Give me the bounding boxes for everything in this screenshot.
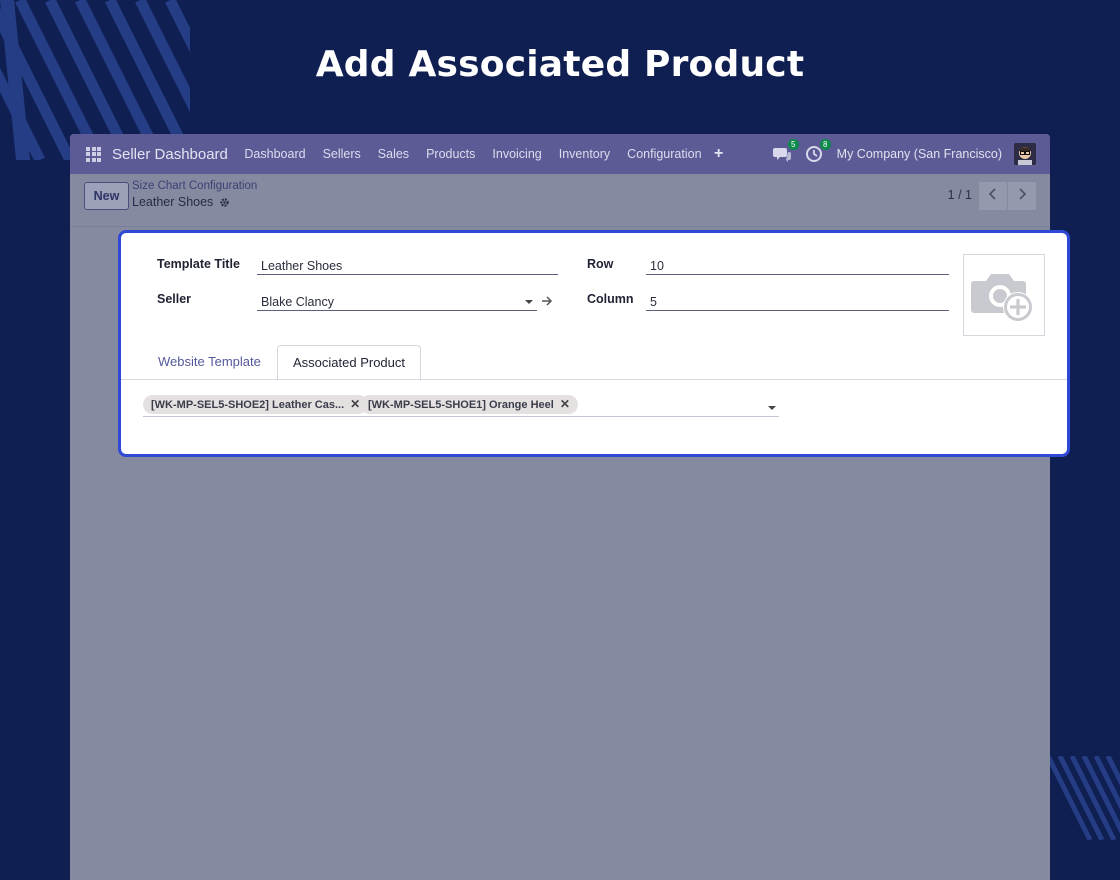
breadcrumb-parent[interactable]: Size Chart Configuration (132, 180, 257, 192)
pager-previous-button[interactable] (979, 182, 1007, 210)
menu-item-products[interactable]: Products (426, 147, 475, 161)
image-upload-placeholder[interactable] (963, 254, 1045, 336)
template-title-label: Template Title (157, 257, 240, 271)
main-menu: Dashboard Sellers Sales Products Invoici… (236, 147, 710, 161)
page-headline: Add Associated Product (315, 44, 805, 85)
company-switcher[interactable]: My Company (San Francisco) (837, 147, 1002, 161)
control-panel: New Size Chart Configuration Leather Sho… (70, 174, 1050, 227)
activities-badge: 8 (819, 139, 831, 150)
messages-badge: 5 (787, 139, 799, 150)
camera-add-icon (971, 274, 1033, 322)
column-input[interactable]: 5 (646, 289, 949, 311)
menu-item-sales[interactable]: Sales (378, 147, 409, 161)
top-navbar: Seller Dashboard Dashboard Sellers Sales… (70, 134, 1050, 174)
menu-item-sellers[interactable]: Sellers (323, 147, 361, 161)
tab-associated-product[interactable]: Associated Product (277, 345, 422, 381)
breadcrumb-current-label: Leather Shoes (132, 195, 214, 209)
chevron-left-icon (988, 188, 996, 200)
close-icon[interactable]: ✕ (350, 397, 360, 411)
seller-select[interactable]: Blake Clancy (257, 289, 537, 311)
app-brand[interactable]: Seller Dashboard (112, 146, 228, 163)
pager-next-button[interactable] (1008, 182, 1036, 210)
menu-item-configuration[interactable]: Configuration (627, 147, 701, 161)
size-chart-form-card: Template Title Leather Shoes Seller Blak… (118, 230, 1070, 457)
row-label: Row (587, 257, 614, 271)
activities-clock-icon[interactable]: 8 (805, 139, 831, 163)
menu-item-dashboard[interactable]: Dashboard (244, 147, 305, 161)
product-tag[interactable]: [WK-MP-SEL5-SHOE1] Orange Heel ✕ (360, 395, 578, 414)
column-label: Column (587, 292, 634, 306)
messages-icon[interactable]: 5 (772, 139, 799, 163)
chevron-down-icon[interactable] (768, 406, 776, 410)
breadcrumb-current: Leather Shoes (132, 195, 230, 209)
pager-value[interactable]: 1 / 1 (948, 188, 972, 202)
product-tag-label: [WK-MP-SEL5-SHOE2] Leather Cas... (151, 399, 345, 411)
row-input[interactable]: 10 (646, 253, 949, 275)
close-icon[interactable]: ✕ (560, 397, 570, 411)
tab-divider (121, 379, 1067, 380)
arrow-right-icon[interactable] (541, 294, 553, 306)
product-tag-label: [WK-MP-SEL5-SHOE1] Orange Heel (368, 399, 554, 411)
chevron-right-icon (1019, 188, 1027, 200)
template-title-input[interactable]: Leather Shoes (257, 253, 558, 275)
gear-icon[interactable] (219, 197, 230, 208)
seller-value: Blake Clancy (261, 295, 334, 309)
decorative-stripes-bottom-right (1048, 756, 1120, 840)
associated-products-many2many[interactable]: [WK-MP-SEL5-SHOE2] Leather Cas... ✕ [WK-M… (143, 395, 779, 417)
product-tag[interactable]: [WK-MP-SEL5-SHOE2] Leather Cas... ✕ (143, 395, 369, 414)
chevron-down-icon[interactable] (525, 300, 533, 304)
menu-item-invoicing[interactable]: Invoicing (492, 147, 541, 161)
tab-website-template[interactable]: Website Template (143, 345, 276, 379)
seller-label: Seller (157, 292, 192, 306)
apps-grid-icon[interactable] (86, 146, 101, 162)
menu-item-inventory[interactable]: Inventory (559, 147, 610, 161)
plus-icon[interactable]: + (714, 145, 723, 163)
user-avatar[interactable] (1014, 143, 1036, 165)
new-button[interactable]: New (84, 182, 129, 210)
systray: 5 8 My Company (San Francisco) (772, 134, 1036, 174)
